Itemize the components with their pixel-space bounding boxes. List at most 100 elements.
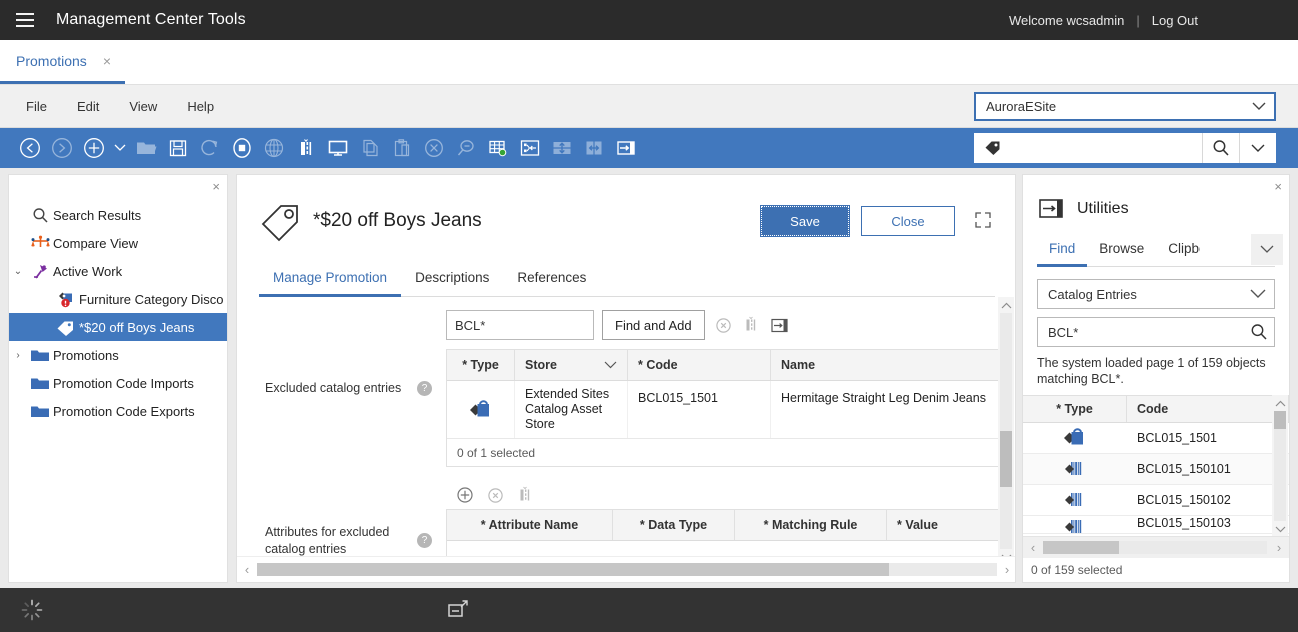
global-search-box[interactable] [974, 133, 1276, 163]
object-type-selector[interactable]: Catalog Entries [1037, 279, 1275, 309]
globe-icon[interactable] [258, 132, 290, 164]
scroll-thumb[interactable] [1000, 431, 1012, 487]
menu-edit[interactable]: Edit [65, 95, 111, 118]
preview-monitor-icon[interactable] [322, 132, 354, 164]
scroll-left-icon[interactable]: ‹ [1023, 540, 1043, 555]
utilities-vertical-scrollbar[interactable] [1272, 395, 1288, 537]
list-properties-icon[interactable] [516, 486, 534, 504]
save-icon[interactable] [162, 132, 194, 164]
scroll-track[interactable] [1000, 313, 1012, 549]
form-horizontal-scrollbar[interactable]: ‹ › [237, 556, 1016, 582]
form-vertical-scrollbar[interactable] [998, 297, 1014, 565]
table-row[interactable]: BCL015_150103 [1023, 516, 1289, 534]
tree-twisty-collapsed[interactable]: › [9, 350, 27, 361]
column-header-data-type[interactable]: * Data Type [613, 510, 735, 540]
tree-twisty-expanded[interactable]: ⌄ [9, 266, 27, 277]
close-icon[interactable]: × [103, 54, 111, 68]
save-button[interactable]: Save [761, 206, 849, 236]
table-add-icon[interactable] [482, 132, 514, 164]
delete-icon[interactable] [418, 132, 450, 164]
logout-link[interactable]: Log Out [1152, 13, 1198, 28]
restore-window-icon[interactable] [446, 598, 470, 622]
remove-icon[interactable] [715, 316, 733, 334]
table-row[interactable]: Extended Sites Catalog Asset Store BCL01… [447, 381, 1005, 439]
tree-item-promotions[interactable]: › Promotions [9, 341, 227, 369]
utilities-search-input[interactable] [1048, 325, 1250, 340]
chevron-down-icon[interactable] [604, 361, 617, 369]
scroll-up-icon[interactable] [998, 297, 1014, 313]
show-utilities-icon[interactable] [610, 132, 642, 164]
table-row[interactable]: BCL015_150101 [1023, 454, 1289, 485]
explorer-close-icon[interactable]: × [212, 179, 220, 194]
remove-icon[interactable] [486, 486, 504, 504]
paste-icon[interactable] [386, 132, 418, 164]
scroll-right-icon[interactable]: › [997, 562, 1016, 577]
scroll-thumb[interactable] [257, 563, 889, 576]
tree-item-active-work[interactable]: ⌄ Active Work [9, 257, 227, 285]
scroll-track[interactable] [1043, 541, 1267, 554]
column-header-matching-rule[interactable]: * Matching Rule [735, 510, 887, 540]
scroll-thumb[interactable] [1274, 411, 1286, 429]
copy-icon[interactable] [354, 132, 386, 164]
add-icon[interactable] [456, 486, 474, 504]
fit-width-icon[interactable] [578, 132, 610, 164]
find-and-add-button[interactable]: Find and Add [602, 310, 705, 340]
find-input[interactable] [446, 310, 594, 340]
tab-promotions[interactable]: Promotions × [0, 40, 125, 84]
tab-references[interactable]: References [503, 270, 600, 297]
close-button[interactable]: Close [861, 206, 955, 236]
tree-item-promotion-code-imports[interactable]: Promotion Code Imports [9, 369, 227, 397]
menu-help[interactable]: Help [175, 95, 226, 118]
utilities-close-icon[interactable]: × [1274, 179, 1282, 194]
list-properties-icon[interactable] [743, 316, 761, 334]
menu-view[interactable]: View [117, 95, 169, 118]
stop-icon[interactable] [226, 132, 258, 164]
tree-item-search-results[interactable]: Search Results [9, 201, 227, 229]
scroll-track[interactable] [1274, 411, 1286, 521]
scroll-thumb[interactable] [1043, 541, 1119, 554]
global-search-input[interactable] [1008, 134, 1202, 162]
utilities-tabs-overflow-chevron-down-icon[interactable] [1251, 234, 1283, 265]
zoom-out-icon[interactable] [450, 132, 482, 164]
forward-icon[interactable] [46, 132, 78, 164]
open-folder-icon[interactable] [130, 132, 162, 164]
fit-height-icon[interactable] [546, 132, 578, 164]
column-header-name[interactable]: Name [771, 350, 1005, 380]
expand-icon[interactable] [973, 210, 995, 232]
utilities-horizontal-scrollbar[interactable]: ‹ › [1023, 536, 1289, 558]
scroll-right-icon[interactable]: › [1269, 540, 1289, 555]
search-options-chevron-down-icon[interactable] [1239, 133, 1276, 163]
scroll-left-icon[interactable]: ‹ [237, 562, 257, 577]
hamburger-icon[interactable] [16, 13, 34, 27]
chevron-down-icon[interactable] [110, 132, 130, 164]
column-header-value[interactable]: * Value [887, 510, 1005, 540]
tab-manage-promotion[interactable]: Manage Promotion [259, 270, 401, 297]
search-icon[interactable] [1202, 133, 1239, 163]
refresh-icon[interactable] [194, 132, 226, 164]
table-row[interactable]: BCL015_1501 [1023, 423, 1289, 454]
tab-descriptions[interactable]: Descriptions [401, 270, 503, 297]
insert-left-icon[interactable] [514, 132, 546, 164]
utilities-search-box[interactable] [1037, 317, 1275, 347]
search-icon[interactable] [1250, 323, 1268, 341]
tree-item-compare-view[interactable]: Compare View [9, 229, 227, 257]
column-header-code[interactable]: * Code [628, 350, 771, 380]
tab-find[interactable]: Find [1037, 241, 1087, 267]
tree-item-furniture-category-discount[interactable]: Furniture Category Discount [9, 285, 227, 313]
new-icon[interactable] [78, 132, 110, 164]
tree-item-20-off-boys-jeans[interactable]: *$20 off Boys Jeans [9, 313, 227, 341]
back-icon[interactable] [14, 132, 46, 164]
column-header-type[interactable]: * Type [1023, 396, 1127, 422]
tab-browse[interactable]: Browse [1087, 241, 1156, 267]
column-header-store[interactable]: Store [515, 350, 628, 380]
table-row[interactable]: BCL015_150102 [1023, 485, 1289, 516]
help-icon[interactable]: ? [417, 381, 432, 396]
help-icon[interactable]: ? [417, 533, 432, 548]
tab-clipboard[interactable]: Clipboard [1156, 241, 1200, 267]
list-view-icon[interactable] [290, 132, 322, 164]
column-header-type[interactable]: * Type [447, 350, 515, 380]
column-header-attribute-name[interactable]: * Attribute Name [447, 510, 613, 540]
menu-file[interactable]: File [14, 95, 59, 118]
open-in-tab-icon[interactable] [771, 316, 789, 334]
column-header-code[interactable]: Code [1127, 396, 1289, 422]
